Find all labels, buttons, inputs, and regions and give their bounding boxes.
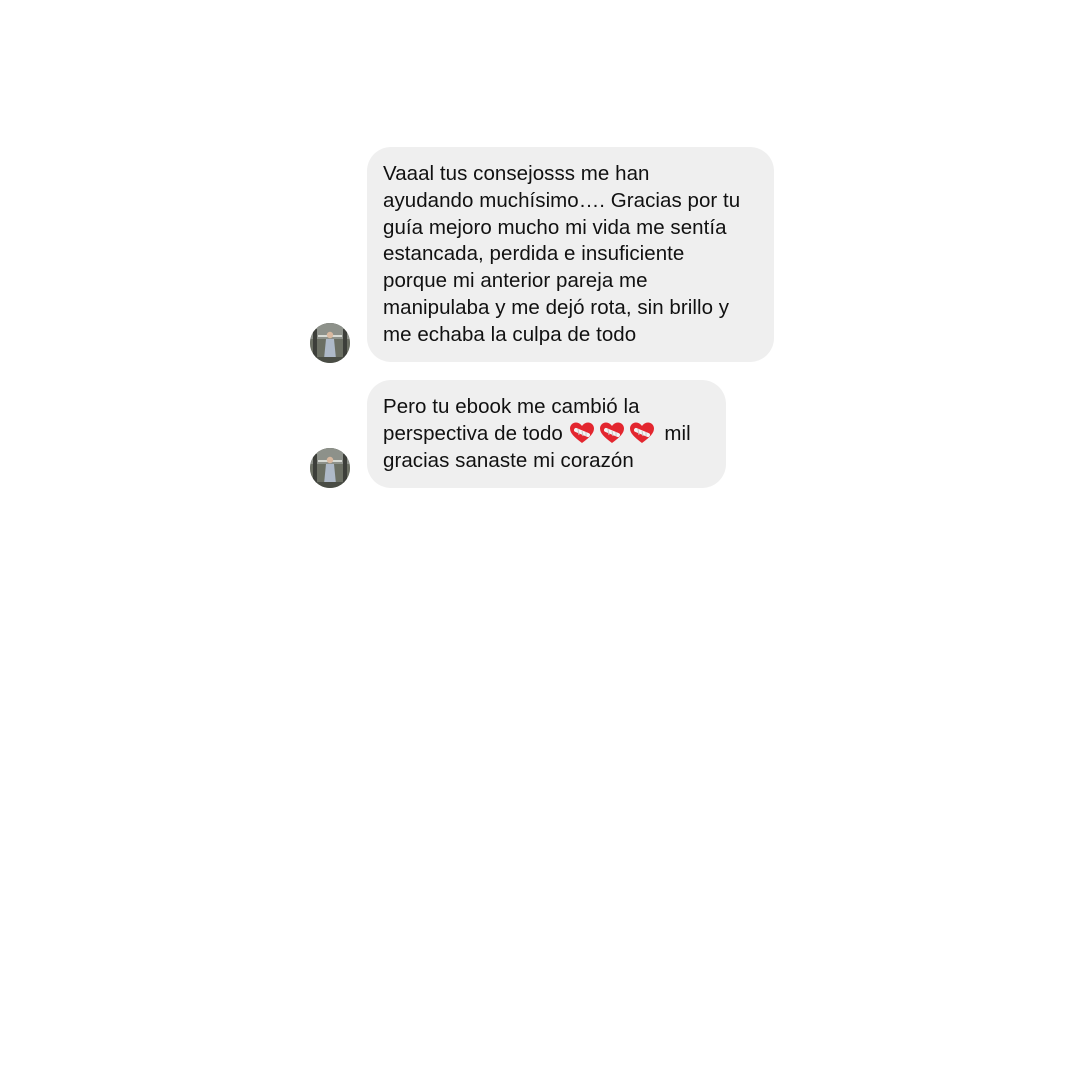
message-text-line: gracias sanaste mi corazón <box>383 448 634 472</box>
chat-thread: Vaaal tus consejosss me han ayudando muc… <box>0 0 1080 1080</box>
message-text-line: ayudando muchísimo…. Gracias por tu <box>383 188 741 212</box>
message-text-segment: perspectiva de todo <box>383 421 563 445</box>
message-text-line: guía mejoro mucho mi vida me sentía <box>383 215 727 239</box>
mending-heart-icon <box>629 421 655 445</box>
message-text-line: Vaaal tus consejosss me han <box>383 162 650 185</box>
message-bubble[interactable]: Vaaal tus consejosss me han ayudando muc… <box>367 147 774 362</box>
avatar-photo <box>310 323 350 363</box>
message-text-line: estancada, perdida e insuficiente <box>383 242 685 266</box>
avatar-photo <box>310 448 350 488</box>
avatar[interactable] <box>310 448 350 488</box>
message-text-line: me echaba la culpa de todo <box>383 322 637 346</box>
message-text-line: manipulaba y me dejó rota, sin brillo y <box>383 295 730 319</box>
message-text-line: perspectiva de todo mil <box>383 421 710 448</box>
message-text-segment: mil <box>664 421 691 445</box>
avatar[interactable] <box>310 323 350 363</box>
mending-heart-icon <box>569 421 595 445</box>
message-text-line: Pero tu ebook me cambió la <box>383 395 640 418</box>
message-bubble[interactable]: Pero tu ebook me cambió la perspectiva d… <box>367 380 726 488</box>
message-text-line: porque mi anterior pareja me <box>383 269 648 293</box>
mending-heart-icon <box>599 421 625 445</box>
